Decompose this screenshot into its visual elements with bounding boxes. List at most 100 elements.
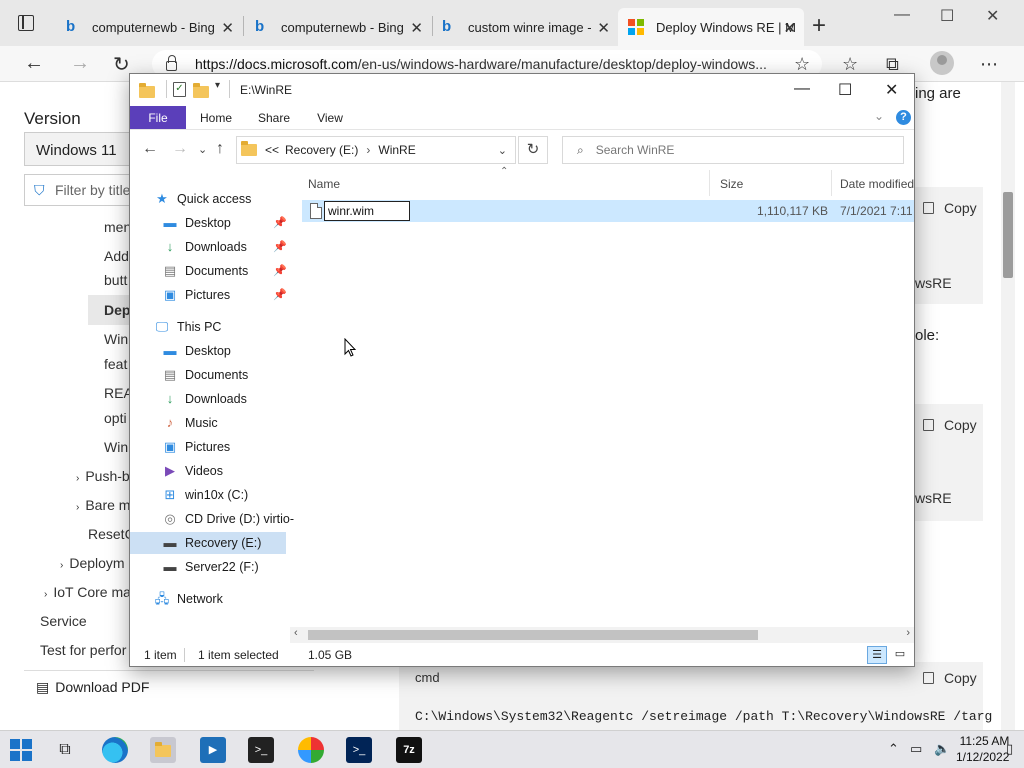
pin-icon[interactable]: 📌 xyxy=(273,216,287,229)
nav-this-pc[interactable]: 🖵 This PC xyxy=(154,316,222,338)
page-scrollbar[interactable] xyxy=(1001,82,1015,730)
breadcrumb-prefix[interactable]: << xyxy=(265,143,279,157)
task-view-icon[interactable]: ⧉ xyxy=(52,737,78,763)
search-input[interactable]: ⌕ Search WinRE xyxy=(562,136,904,164)
nav-item-music[interactable]: ♪ Music xyxy=(162,412,218,434)
recent-locations-icon[interactable]: ⌄ xyxy=(198,143,207,156)
notifications-icon[interactable]: ▯ xyxy=(1006,741,1013,757)
up-icon[interactable]: ↑ xyxy=(216,140,224,158)
media-player-icon[interactable]: ▶ xyxy=(200,737,226,763)
scrollbar-thumb[interactable] xyxy=(308,630,758,640)
toc-item[interactable]: › Bare m xyxy=(76,497,130,513)
toc-item[interactable]: Service xyxy=(40,613,87,629)
back-icon[interactable]: ← xyxy=(24,52,44,75)
scrollbar-thumb[interactable] xyxy=(1003,192,1013,278)
more-menu-icon[interactable]: ⋯ xyxy=(980,54,998,75)
breadcrumb-item[interactable]: WinRE xyxy=(378,143,415,157)
pin-icon[interactable]: 📌 xyxy=(273,288,287,301)
file-explorer-taskbar-icon[interactable] xyxy=(150,737,176,763)
terminal-icon[interactable]: >_ xyxy=(248,737,274,763)
copy-button[interactable]: Copy xyxy=(923,417,977,433)
chevron-down-icon[interactable]: ⌄ xyxy=(498,144,507,157)
refresh-icon[interactable]: ↻ xyxy=(113,52,130,77)
nav-item-drive-e-selected[interactable]: ▬ Recovery (E:) xyxy=(130,532,286,554)
horizontal-scrollbar[interactable]: ‹ › xyxy=(290,627,914,643)
properties-icon[interactable]: ✓ xyxy=(173,82,186,97)
column-header-date[interactable]: Date modified xyxy=(832,170,914,196)
close-icon[interactable]: ✕ xyxy=(783,19,796,37)
7zip-icon[interactable]: 7z xyxy=(396,737,422,763)
column-header-name[interactable]: Name xyxy=(300,170,710,196)
toc-item[interactable]: Test for perfor xyxy=(40,642,126,658)
pin-icon[interactable]: 📌 xyxy=(273,264,287,277)
nav-item-downloads[interactable]: ↓ Downloads xyxy=(162,236,247,258)
large-icons-view-icon[interactable]: ▭ xyxy=(890,646,910,664)
breadcrumb-item[interactable]: Recovery (E:) xyxy=(285,143,358,157)
close-icon[interactable]: ✕ xyxy=(597,19,610,37)
nav-item-pictures[interactable]: ▣ Pictures xyxy=(162,284,230,306)
tab-view[interactable]: View xyxy=(310,106,350,129)
toc-item[interactable]: › Push-b xyxy=(76,468,130,484)
volume-icon[interactable]: 🔈 xyxy=(934,741,950,757)
help-icon[interactable]: ? xyxy=(896,110,911,125)
expand-ribbon-icon[interactable]: ⌄ xyxy=(874,109,884,123)
collections-icon[interactable]: ⧉ xyxy=(886,54,899,75)
toc-item[interactable]: men xyxy=(104,219,131,235)
favorites-icon[interactable]: ☆ xyxy=(842,54,858,75)
nav-item-pictures[interactable]: ▣ Pictures xyxy=(162,436,230,458)
app-icon[interactable] xyxy=(298,737,324,763)
nav-item-drive-d[interactable]: ◎ CD Drive (D:) virtio- xyxy=(162,508,294,530)
close-icon[interactable]: ✕ xyxy=(410,19,423,37)
toc-item-active[interactable]: Dep xyxy=(104,302,130,318)
column-header-size[interactable]: Size xyxy=(712,170,832,196)
toc-item[interactable]: Win xyxy=(104,439,128,455)
browser-tab-active[interactable]: Deploy Windows RE | M ✕ xyxy=(618,8,804,46)
copy-button[interactable]: Copy xyxy=(923,200,977,216)
nav-quick-access[interactable]: ★ Quick access xyxy=(154,188,251,210)
nav-item-documents[interactable]: ▤ Documents xyxy=(162,260,248,282)
toc-item[interactable]: butt xyxy=(104,272,127,288)
chevron-down-icon[interactable]: ▾ xyxy=(215,80,220,91)
forward-icon[interactable]: → xyxy=(70,52,90,75)
toc-item[interactable]: ResetC xyxy=(88,526,135,542)
tab-home[interactable]: Home xyxy=(196,106,236,129)
tab-share[interactable]: Share xyxy=(254,106,294,129)
new-folder-icon[interactable] xyxy=(193,83,209,98)
nav-item-desktop[interactable]: ▬ Desktop xyxy=(162,340,231,362)
toc-item[interactable]: Add xyxy=(104,248,129,264)
browser-tab[interactable]: b custom winre image - ✕ xyxy=(432,8,618,46)
nav-item-drive-c[interactable]: ⊞ win10x (C:) xyxy=(162,484,249,506)
start-button[interactable] xyxy=(10,739,32,761)
file-row[interactable]: 1,110,117 KB 7/1/2021 7:11 xyxy=(302,200,914,222)
breadcrumb[interactable]: << Recovery (E:) › WinRE ⌄ xyxy=(236,136,516,164)
toc-item[interactable]: › Deploym xyxy=(60,555,125,571)
forward-icon[interactable]: → xyxy=(172,140,188,158)
tab-file[interactable]: File xyxy=(130,106,186,129)
minimize-icon[interactable]: — xyxy=(794,80,810,98)
nav-item-documents[interactable]: ▤ Documents xyxy=(162,364,248,386)
nav-item-drive-f[interactable]: ▬ Server22 (F:) xyxy=(162,556,259,578)
back-icon[interactable]: ← xyxy=(142,140,158,158)
network-status-icon[interactable]: ▭ xyxy=(910,741,922,757)
pin-icon[interactable]: 📌 xyxy=(273,240,287,253)
nav-network[interactable]: 🖧 Network xyxy=(154,588,223,610)
close-icon[interactable]: ✕ xyxy=(885,80,898,100)
toc-item[interactable]: opti xyxy=(104,410,127,426)
clock[interactable]: 11:25 AM 1/12/2022 xyxy=(956,733,1009,765)
minimize-icon[interactable]: — xyxy=(894,6,910,24)
toc-item[interactable]: › IoT Core ma xyxy=(44,584,131,600)
rename-input[interactable] xyxy=(324,201,410,221)
details-view-icon[interactable]: ☰ xyxy=(867,646,887,664)
powershell-icon[interactable]: >_ xyxy=(346,737,372,763)
toc-item[interactable]: Win xyxy=(104,331,128,347)
nav-item-downloads[interactable]: ↓ Downloads xyxy=(162,388,247,410)
scroll-left-icon[interactable]: ‹ xyxy=(294,627,298,639)
new-tab-button[interactable]: + xyxy=(812,12,826,40)
chevron-up-icon[interactable]: ⌃ xyxy=(888,741,899,757)
browser-tab[interactable]: b computernewb - Bing ✕ xyxy=(56,8,242,46)
nav-item-videos[interactable]: ▶ Videos xyxy=(162,460,223,482)
close-window-icon[interactable]: ✕ xyxy=(986,6,999,26)
nav-item-desktop[interactable]: ▬ Desktop xyxy=(162,212,231,234)
toc-item[interactable]: feat xyxy=(104,356,127,372)
maximize-icon[interactable]: ☐ xyxy=(838,80,852,100)
